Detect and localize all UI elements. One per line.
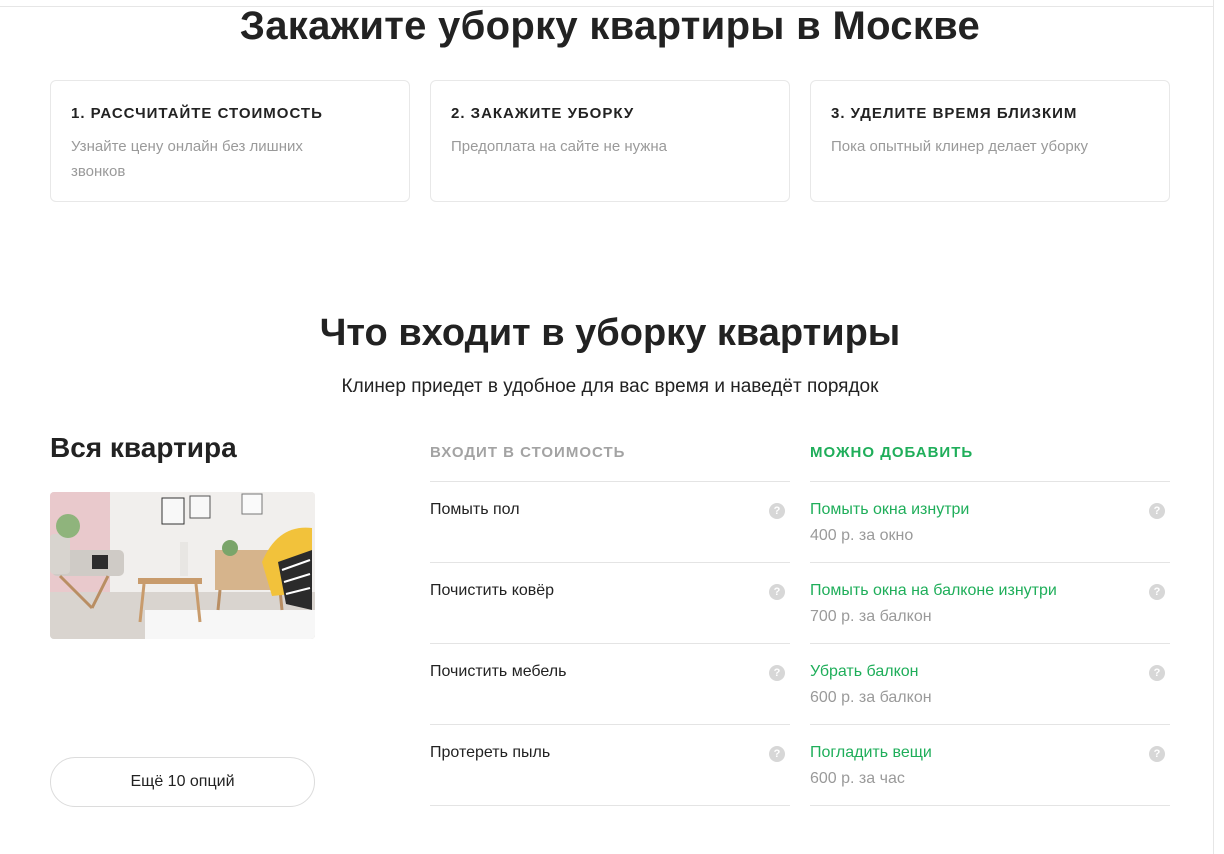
step-title: 3. Уделите время близким: [831, 105, 1078, 122]
addons-column: Можно добавить Помыть окна изнутри 400 р…: [810, 441, 1170, 806]
step-description: Пока опытный клинер делает уборку: [831, 138, 1088, 155]
help-icon[interactable]: ?: [769, 665, 785, 681]
help-icon[interactable]: ?: [1149, 584, 1165, 600]
addon-item-name[interactable]: Помыть окна изнутри: [810, 501, 1170, 519]
room-title: Вся квартира: [50, 432, 237, 463]
addon-item[interactable]: Погладить вещи 600 р. за час ?: [810, 725, 1170, 806]
help-icon[interactable]: ?: [1149, 665, 1165, 681]
included-column: Входит в стоимость Помыть пол ? Почистит…: [430, 441, 790, 806]
addon-item[interactable]: Помыть окна изнутри 400 р. за окно ?: [810, 482, 1170, 563]
included-item: Протереть пыль ?: [430, 725, 790, 806]
step-description: Узнайте цену онлайн без лишних звонков: [71, 138, 303, 180]
addon-item-price: 400 р. за окно: [810, 527, 914, 544]
step-description: Предоплата на сайте не нужна: [451, 138, 667, 155]
help-icon[interactable]: ?: [769, 503, 785, 519]
help-icon[interactable]: ?: [1149, 503, 1165, 519]
step-card-spend-time: 3. Уделите время близким Пока опытный кл…: [810, 80, 1170, 202]
more-options-button[interactable]: Ещё 10 опций: [50, 757, 315, 807]
room-photo: [50, 492, 315, 639]
step-title: 1. Рассчитайте стоимость: [71, 105, 323, 122]
step-title: 2. Закажите уборку: [451, 105, 635, 122]
addon-item-name[interactable]: Убрать балкон: [810, 663, 1170, 681]
included-item-name: Помыть пол: [430, 501, 520, 518]
section-title: Что входит в уборку квартиры: [319, 312, 901, 354]
addon-item-price: 600 р. за балкон: [810, 689, 932, 706]
included-item: Почистить ковёр ?: [430, 563, 790, 644]
help-icon[interactable]: ?: [769, 584, 785, 600]
addon-item[interactable]: Убрать балкон 600 р. за балкон ?: [810, 644, 1170, 725]
help-icon[interactable]: ?: [769, 746, 785, 762]
living-room-illustration: [50, 492, 315, 639]
included-heading: Входит в стоимость: [430, 441, 790, 482]
page-title: Закажите уборку квартиры в Москве: [239, 4, 981, 48]
help-icon[interactable]: ?: [1149, 746, 1165, 762]
step-card-calculate: 1. Рассчитайте стоимость Узнайте цену он…: [50, 80, 410, 202]
included-item-name: Протереть пыль: [430, 744, 551, 761]
addon-item-name[interactable]: Погладить вещи: [810, 744, 1170, 762]
addon-item-name[interactable]: Помыть окна на балконе изнутри: [810, 582, 1170, 600]
addon-item[interactable]: Помыть окна на балконе изнутри 700 р. за…: [810, 563, 1170, 644]
included-item: Помыть пол ?: [430, 482, 790, 563]
step-card-order: 2. Закажите уборку Предоплата на сайте н…: [430, 80, 790, 202]
addon-item-price: 600 р. за час: [810, 770, 905, 787]
included-item-name: Почистить ковёр: [430, 582, 555, 599]
included-item: Почистить мебель ?: [430, 644, 790, 725]
scrollbar-edge: [1213, 0, 1214, 854]
section-subtitle: Клинер приедет в удобное для вас время и…: [341, 376, 879, 397]
included-item-name: Почистить мебель: [430, 663, 567, 680]
addons-heading: Можно добавить: [810, 441, 1170, 482]
addon-item-price: 700 р. за балкон: [810, 608, 932, 625]
